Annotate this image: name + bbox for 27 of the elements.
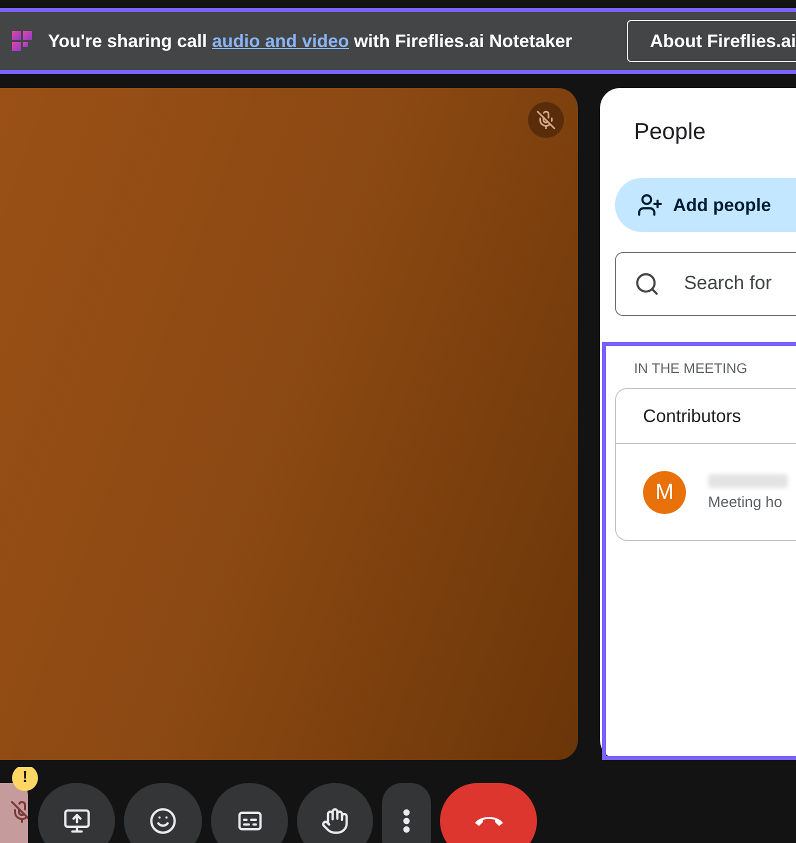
smiley-icon bbox=[149, 807, 177, 835]
microphone-button[interactable] bbox=[0, 783, 28, 843]
section-label: IN THE MEETING bbox=[634, 359, 748, 378]
fireflies-logo-icon bbox=[10, 29, 34, 53]
banner-message: You're sharing call audio and video with Fireflies.ai Notetaker bbox=[48, 30, 572, 52]
captions-button[interactable] bbox=[211, 783, 288, 843]
participant-role: Meeting ho bbox=[708, 494, 784, 510]
search-field[interactable]: Search for bbox=[615, 252, 796, 316]
search-icon bbox=[634, 271, 660, 297]
reactions-button[interactable] bbox=[124, 783, 202, 843]
audio-video-link[interactable]: audio and video bbox=[212, 30, 350, 50]
muted-microphone-icon bbox=[10, 800, 28, 824]
screen-upload-icon bbox=[62, 807, 90, 835]
end-call-button[interactable] bbox=[440, 783, 537, 843]
panel-title: People bbox=[633, 117, 707, 146]
phone-icon bbox=[474, 815, 504, 827]
add-people-button[interactable]: Add people bbox=[615, 178, 796, 232]
raise-hand-button[interactable] bbox=[297, 783, 373, 843]
warning-badge: ! bbox=[12, 767, 38, 791]
more-icon bbox=[403, 809, 410, 833]
about-button[interactable]: About Fireflies.ai bbox=[626, 20, 796, 62]
avatar: M bbox=[643, 470, 686, 514]
add-person-icon bbox=[637, 192, 663, 218]
more-options-button[interactable] bbox=[382, 783, 431, 843]
present-screen-button[interactable] bbox=[38, 783, 115, 843]
group-title: Contributors bbox=[643, 406, 742, 426]
hand-icon bbox=[321, 807, 349, 835]
